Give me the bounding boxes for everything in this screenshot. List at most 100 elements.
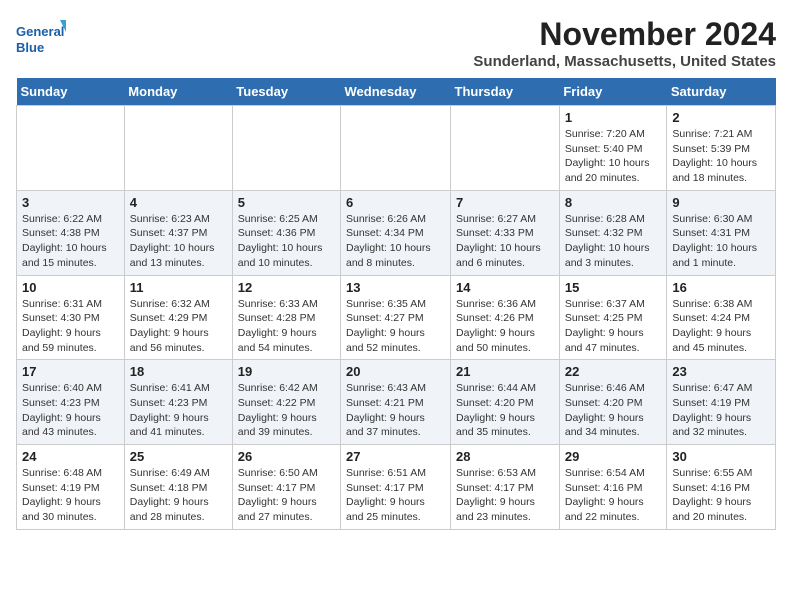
weekday-header-row: SundayMondayTuesdayWednesdayThursdayFrid… <box>17 78 776 106</box>
calendar-cell: 6 Sunrise: 6:26 AM Sunset: 4:34 PM Daylig… <box>341 190 451 275</box>
day-number: 21 <box>456 364 554 379</box>
day-number: 7 <box>456 195 554 210</box>
calendar-cell <box>17 106 125 191</box>
day-number: 27 <box>346 449 445 464</box>
day-info: Sunrise: 6:28 AM Sunset: 4:32 PM Dayligh… <box>565 212 662 271</box>
day-number: 4 <box>130 195 227 210</box>
day-info: Sunrise: 6:53 AM Sunset: 4:17 PM Dayligh… <box>456 466 554 525</box>
weekday-header-wednesday: Wednesday <box>341 78 451 106</box>
day-info: Sunrise: 6:46 AM Sunset: 4:20 PM Dayligh… <box>565 381 662 440</box>
day-info: Sunrise: 6:27 AM Sunset: 4:33 PM Dayligh… <box>456 212 554 271</box>
calendar-cell: 24 Sunrise: 6:48 AM Sunset: 4:19 PM Dayli… <box>17 445 125 530</box>
day-info: Sunrise: 6:55 AM Sunset: 4:16 PM Dayligh… <box>672 466 770 525</box>
day-info: Sunrise: 6:31 AM Sunset: 4:30 PM Dayligh… <box>22 297 119 356</box>
calendar-cell: 27 Sunrise: 6:51 AM Sunset: 4:17 PM Dayli… <box>341 445 451 530</box>
day-number: 12 <box>238 280 335 295</box>
day-number: 17 <box>22 364 119 379</box>
day-number: 13 <box>346 280 445 295</box>
day-info: Sunrise: 6:35 AM Sunset: 4:27 PM Dayligh… <box>346 297 445 356</box>
location-title: Sunderland, Massachusetts, United States <box>473 53 776 70</box>
day-number: 2 <box>672 110 770 125</box>
calendar-week-1: 1 Sunrise: 7:20 AM Sunset: 5:40 PM Daylig… <box>17 106 776 191</box>
day-info: Sunrise: 6:49 AM Sunset: 4:18 PM Dayligh… <box>130 466 227 525</box>
day-number: 8 <box>565 195 662 210</box>
title-area: November 2024 Sunderland, Massachusetts,… <box>473 16 776 70</box>
day-info: Sunrise: 6:41 AM Sunset: 4:23 PM Dayligh… <box>130 381 227 440</box>
calendar-cell: 25 Sunrise: 6:49 AM Sunset: 4:18 PM Dayli… <box>124 445 232 530</box>
calendar-cell: 19Sunrise: 6:42 AM Sunset: 4:22 PM Dayli… <box>232 360 340 445</box>
svg-text:General: General <box>16 24 64 39</box>
calendar-cell: 17 Sunrise: 6:40 AM Sunset: 4:23 PM Dayli… <box>17 360 125 445</box>
day-info: Sunrise: 6:40 AM Sunset: 4:23 PM Dayligh… <box>22 381 119 440</box>
day-number: 26 <box>238 449 335 464</box>
day-info: Sunrise: 6:26 AM Sunset: 4:34 PM Dayligh… <box>346 212 445 271</box>
day-number: 1 <box>565 110 662 125</box>
calendar-week-2: 3 Sunrise: 6:22 AM Sunset: 4:38 PM Daylig… <box>17 190 776 275</box>
day-info: Sunrise: 6:33 AM Sunset: 4:28 PM Dayligh… <box>238 297 335 356</box>
calendar-week-5: 24 Sunrise: 6:48 AM Sunset: 4:19 PM Dayli… <box>17 445 776 530</box>
day-info: Sunrise: 6:50 AM Sunset: 4:17 PM Dayligh… <box>238 466 335 525</box>
day-number: 24 <box>22 449 119 464</box>
day-info: Sunrise: 7:21 AM Sunset: 5:39 PM Dayligh… <box>672 127 770 186</box>
day-info: Sunrise: 6:37 AM Sunset: 4:25 PM Dayligh… <box>565 297 662 356</box>
day-number: 22 <box>565 364 662 379</box>
day-info: Sunrise: 6:51 AM Sunset: 4:17 PM Dayligh… <box>346 466 445 525</box>
day-number: 3 <box>22 195 119 210</box>
calendar-cell: 29Sunrise: 6:54 AM Sunset: 4:16 PM Dayli… <box>559 445 667 530</box>
calendar-table: SundayMondayTuesdayWednesdayThursdayFrid… <box>16 78 776 530</box>
day-number: 20 <box>346 364 445 379</box>
day-number: 25 <box>130 449 227 464</box>
calendar-cell: 14Sunrise: 6:36 AM Sunset: 4:26 PM Dayli… <box>451 275 560 360</box>
header: General Blue November 2024 Sunderland, M… <box>16 16 776 70</box>
calendar-cell: 9 Sunrise: 6:30 AM Sunset: 4:31 PM Daylig… <box>667 190 776 275</box>
calendar-week-3: 10 Sunrise: 6:31 AM Sunset: 4:30 PM Dayli… <box>17 275 776 360</box>
calendar-cell: 8 Sunrise: 6:28 AM Sunset: 4:32 PM Daylig… <box>559 190 667 275</box>
calendar-cell: 20 Sunrise: 6:43 AM Sunset: 4:21 PM Dayli… <box>341 360 451 445</box>
weekday-header-friday: Friday <box>559 78 667 106</box>
month-title: November 2024 <box>473 16 776 53</box>
calendar-cell <box>451 106 560 191</box>
day-number: 23 <box>672 364 770 379</box>
calendar-cell: 30 Sunrise: 6:55 AM Sunset: 4:16 PM Dayli… <box>667 445 776 530</box>
day-number: 30 <box>672 449 770 464</box>
weekday-header-monday: Monday <box>124 78 232 106</box>
day-info: Sunrise: 6:38 AM Sunset: 4:24 PM Dayligh… <box>672 297 770 356</box>
day-number: 9 <box>672 195 770 210</box>
calendar-cell: 15 Sunrise: 6:37 AM Sunset: 4:25 PM Dayli… <box>559 275 667 360</box>
calendar-cell: 22 Sunrise: 6:46 AM Sunset: 4:20 PM Dayli… <box>559 360 667 445</box>
calendar-cell: 10 Sunrise: 6:31 AM Sunset: 4:30 PM Dayli… <box>17 275 125 360</box>
day-info: Sunrise: 7:20 AM Sunset: 5:40 PM Dayligh… <box>565 127 662 186</box>
calendar-cell <box>124 106 232 191</box>
calendar-cell: 21 Sunrise: 6:44 AM Sunset: 4:20 PM Dayli… <box>451 360 560 445</box>
weekday-header-thursday: Thursday <box>451 78 560 106</box>
day-number: 5 <box>238 195 335 210</box>
day-info: Sunrise: 6:54 AM Sunset: 4:16 PM Dayligh… <box>565 466 662 525</box>
day-info: Sunrise: 6:47 AM Sunset: 4:19 PM Dayligh… <box>672 381 770 440</box>
day-info: Sunrise: 6:22 AM Sunset: 4:38 PM Dayligh… <box>22 212 119 271</box>
calendar-cell: 11Sunrise: 6:32 AM Sunset: 4:29 PM Dayli… <box>124 275 232 360</box>
weekday-header-saturday: Saturday <box>667 78 776 106</box>
day-number: 11 <box>130 280 227 295</box>
day-info: Sunrise: 6:44 AM Sunset: 4:20 PM Dayligh… <box>456 381 554 440</box>
calendar-cell <box>341 106 451 191</box>
day-number: 6 <box>346 195 445 210</box>
weekday-header-tuesday: Tuesday <box>232 78 340 106</box>
logo-svg: General Blue <box>16 16 66 61</box>
calendar-cell: 3 Sunrise: 6:22 AM Sunset: 4:38 PM Daylig… <box>17 190 125 275</box>
day-info: Sunrise: 6:30 AM Sunset: 4:31 PM Dayligh… <box>672 212 770 271</box>
calendar-cell <box>232 106 340 191</box>
day-number: 15 <box>565 280 662 295</box>
day-info: Sunrise: 6:43 AM Sunset: 4:21 PM Dayligh… <box>346 381 445 440</box>
day-info: Sunrise: 6:36 AM Sunset: 4:26 PM Dayligh… <box>456 297 554 356</box>
calendar-cell: 13 Sunrise: 6:35 AM Sunset: 4:27 PM Dayli… <box>341 275 451 360</box>
calendar-cell: 18 Sunrise: 6:41 AM Sunset: 4:23 PM Dayli… <box>124 360 232 445</box>
calendar-week-4: 17 Sunrise: 6:40 AM Sunset: 4:23 PM Dayli… <box>17 360 776 445</box>
calendar-cell: 4Sunrise: 6:23 AM Sunset: 4:37 PM Daylig… <box>124 190 232 275</box>
day-number: 10 <box>22 280 119 295</box>
calendar-cell: 5Sunrise: 6:25 AM Sunset: 4:36 PM Daylig… <box>232 190 340 275</box>
svg-text:Blue: Blue <box>16 40 44 55</box>
day-info: Sunrise: 6:42 AM Sunset: 4:22 PM Dayligh… <box>238 381 335 440</box>
day-info: Sunrise: 6:48 AM Sunset: 4:19 PM Dayligh… <box>22 466 119 525</box>
calendar-cell: 28Sunrise: 6:53 AM Sunset: 4:17 PM Dayli… <box>451 445 560 530</box>
day-number: 18 <box>130 364 227 379</box>
